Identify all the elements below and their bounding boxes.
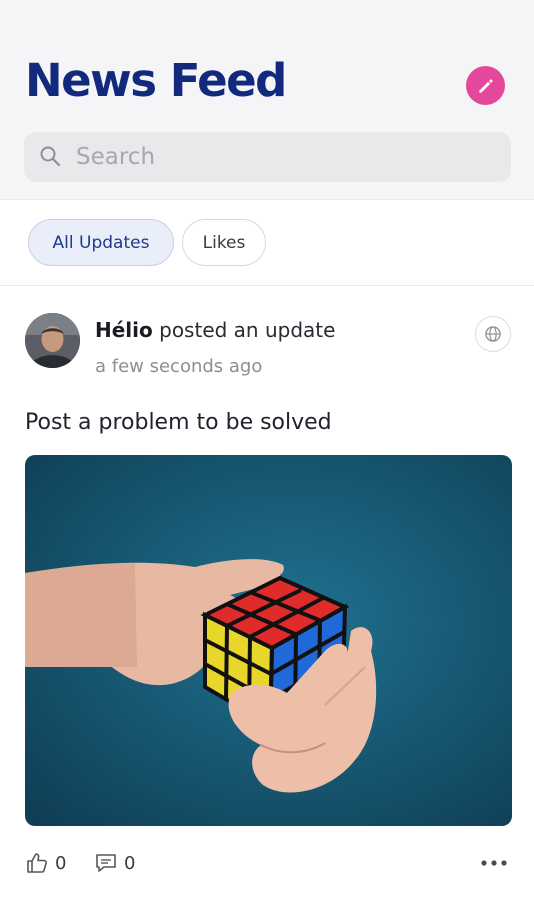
post-header: Hélio posted an update <box>95 318 335 342</box>
tab-likes[interactable]: Likes <box>182 219 266 266</box>
thumbs-up-icon <box>27 853 47 873</box>
author-name[interactable]: Hélio <box>95 318 153 342</box>
page-title: News Feed <box>25 54 287 107</box>
feed-tabs: All Updates Likes <box>0 200 534 286</box>
search-icon <box>40 146 61 167</box>
comment-button[interactable]: 0 <box>94 851 135 875</box>
header-area: News Feed <box>0 0 534 200</box>
post-timestamp: a few seconds ago <box>95 356 263 377</box>
post-image[interactable] <box>25 455 512 826</box>
compose-button[interactable] <box>466 66 505 105</box>
privacy-button[interactable] <box>475 316 511 352</box>
more-options-button[interactable] <box>478 853 510 873</box>
rubiks-cube-photo <box>25 455 512 826</box>
comment-count: 0 <box>124 852 136 874</box>
post-text: Post a problem to be solved <box>25 410 332 435</box>
globe-icon <box>485 326 501 342</box>
search-bar <box>24 132 511 182</box>
search-input[interactable] <box>76 132 496 182</box>
more-horizontal-icon <box>481 860 507 866</box>
post-action-text: posted an update <box>159 318 336 342</box>
avatar[interactable] <box>25 313 80 368</box>
pencil-icon <box>478 78 493 93</box>
comment-icon <box>96 854 116 872</box>
like-count: 0 <box>55 852 67 874</box>
avatar-photo <box>25 313 80 368</box>
tab-all-updates[interactable]: All Updates <box>28 219 174 266</box>
like-button[interactable]: 0 <box>25 851 66 875</box>
post-actions: 0 0 <box>0 845 534 885</box>
